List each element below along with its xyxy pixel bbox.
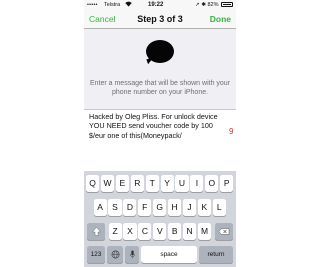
key-i[interactable]: I [190, 175, 204, 192]
key-s[interactable]: S [108, 199, 122, 216]
message-header: Enter a message that will be shown with … [84, 29, 236, 109]
key-c[interactable]: C [138, 223, 152, 240]
keyboard: QWERTYUIOP ASDFGHJKL ZXCVBNM 123 space r… [84, 171, 236, 267]
return-key[interactable]: return [199, 246, 233, 263]
globe-icon [111, 250, 119, 259]
key-l[interactable]: L [212, 199, 226, 216]
numbers-key[interactable]: 123 [87, 246, 105, 263]
key-r[interactable]: R [130, 175, 144, 192]
wifi-icon [125, 1, 132, 9]
microphone-icon [129, 250, 135, 259]
key-e[interactable]: E [115, 175, 129, 192]
key-x[interactable]: X [123, 223, 137, 240]
globe-key[interactable] [107, 246, 123, 263]
key-z[interactable]: Z [108, 223, 122, 240]
key-m[interactable]: M [197, 223, 212, 240]
shift-arrow-icon [91, 226, 101, 236]
key-d[interactable]: D [123, 199, 137, 216]
battery-percent: 82% [207, 2, 219, 8]
key-a[interactable]: A [93, 199, 107, 216]
key-b[interactable]: B [168, 223, 182, 240]
status-right: ➚ ✱ 82% [195, 2, 233, 8]
message-text-area[interactable]: Hacked by Oleg Pliss. For unlock device … [84, 109, 236, 175]
key-h[interactable]: H [168, 199, 182, 216]
key-g[interactable]: G [153, 199, 167, 216]
key-v[interactable]: V [153, 223, 167, 240]
key-p[interactable]: P [220, 175, 234, 192]
key-u[interactable]: U [175, 175, 189, 192]
key-q[interactable]: Q [86, 175, 100, 192]
message-text[interactable]: Hacked by Oleg Pliss. For unlock device … [89, 112, 224, 140]
key-t[interactable]: T [145, 175, 159, 192]
character-count: 9 [229, 127, 234, 136]
space-key[interactable]: space [141, 246, 197, 263]
carrier-name: Telstra [104, 2, 121, 8]
microphone-key[interactable] [125, 246, 139, 263]
location-arrow-icon: ➚ [195, 2, 200, 8]
signal-strength: ••••• [87, 2, 98, 8]
done-button[interactable]: Done [210, 14, 231, 24]
navigation-bar: Cancel Step 3 of 3 Done [84, 10, 236, 29]
delete-backspace-icon [218, 228, 230, 235]
key-j[interactable]: J [182, 199, 197, 216]
key-f[interactable]: F [138, 199, 152, 216]
chat-bubble-tail [146, 56, 156, 65]
status-bar: ••••• Telstra 19:22 ➚ ✱ 82% [84, 0, 236, 10]
prompt-text: Enter a message that will be shown with … [89, 80, 231, 96]
battery-icon [221, 2, 233, 8]
delete-key[interactable] [215, 223, 233, 240]
key-y[interactable]: Y [160, 175, 174, 192]
shift-key[interactable] [87, 223, 105, 240]
bluetooth-icon: ✱ [201, 2, 206, 8]
key-w[interactable]: W [100, 175, 115, 192]
key-n[interactable]: N [183, 223, 197, 240]
status-time: 19:22 [148, 1, 164, 8]
key-o[interactable]: O [205, 175, 219, 192]
key-k[interactable]: K [197, 199, 211, 216]
